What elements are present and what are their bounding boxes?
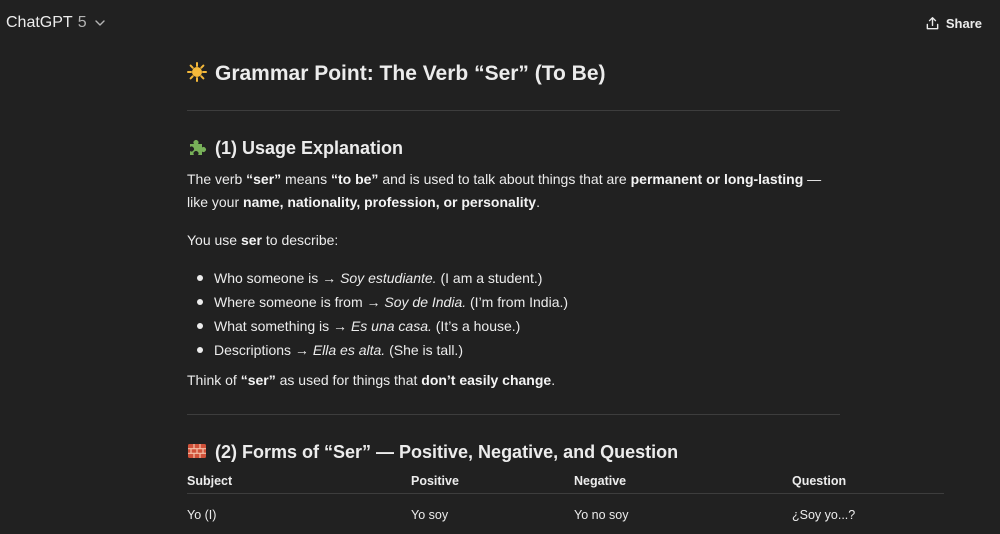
table-cell: Yo no soy xyxy=(574,508,629,522)
summary-paragraph: Think of “ser” as used for things that d… xyxy=(187,369,840,392)
page-title: Grammar Point: The Verb “Ser” (To Be) xyxy=(187,62,606,86)
usage-list: Who someone is → Soy estudiante. (I am a… xyxy=(187,267,840,363)
sun-icon xyxy=(187,62,207,83)
table-header-cell: Subject xyxy=(187,474,233,488)
gloss-text: (I am a student.) xyxy=(436,270,543,286)
table-header-cell: Question xyxy=(792,474,847,488)
usage-paragraph: The verb “ser” means “to be” and is used… xyxy=(187,168,840,214)
divider xyxy=(187,414,840,415)
text-span: You use xyxy=(187,232,241,248)
section-heading-forms: (2) Forms of “Ser” — Positive, Negative,… xyxy=(187,442,678,463)
bold-text: “to be” xyxy=(330,171,379,187)
example-text: Es una casa. xyxy=(350,318,432,334)
section-heading-usage: (1) Usage Explanation xyxy=(187,138,403,159)
puzzle-piece-icon xyxy=(190,140,206,156)
table-cell: Yo soy xyxy=(411,508,449,522)
divider xyxy=(187,110,840,111)
list-item: Descriptions → Ella es alta. (She is tal… xyxy=(187,339,840,363)
bold-text: name, nationality, profession, or person… xyxy=(243,194,537,210)
text-span: Where someone is from → xyxy=(214,294,385,310)
bold-text: “ser” xyxy=(246,171,282,187)
list-item: Where someone is from → Soy de India. (I… xyxy=(187,291,840,315)
table-row: Yo (I) Yo soy Yo no soy ¿Soy yo...? xyxy=(187,494,944,522)
bullet-dot xyxy=(197,275,203,281)
example-text: Ella es alta. xyxy=(312,342,386,358)
describe-intro: You use ser to describe: xyxy=(187,229,840,252)
table-header-cell: Negative xyxy=(574,474,627,488)
model-version: 5 xyxy=(77,14,87,31)
text-span: means xyxy=(281,171,331,187)
model-selector-button[interactable]: ChatGPT 5 xyxy=(6,12,106,34)
top-bar: ChatGPT 5 Share xyxy=(0,0,1000,44)
text-span: . xyxy=(536,194,540,210)
text-span: to describe: xyxy=(262,232,339,248)
share-button[interactable]: Share xyxy=(925,13,982,33)
gloss-text: (I’m from India.) xyxy=(466,294,569,310)
bold-text: ser xyxy=(240,232,263,248)
table-header-row: Subject Positive Negative Question xyxy=(187,470,944,494)
share-icon xyxy=(926,16,939,29)
chevron-down-icon xyxy=(94,20,105,26)
example-text: Soy de India. xyxy=(384,294,467,310)
text-span: as used for things that xyxy=(275,372,422,388)
bold-text: permanent or long-lasting xyxy=(630,171,804,187)
bullet-dot xyxy=(197,323,203,329)
table-header-cell: Positive xyxy=(411,474,459,488)
text-span: The verb xyxy=(187,171,247,187)
text-span: Who someone is → xyxy=(214,270,341,286)
section-heading-text: (2) Forms of “Ser” — Positive, Negative,… xyxy=(215,442,679,462)
bullet-dot xyxy=(197,347,203,353)
bold-text: don’t easily change xyxy=(421,372,552,388)
list-item: What something is → Es una casa. (It’s a… xyxy=(187,315,840,339)
list-item: Who someone is → Soy estudiante. (I am a… xyxy=(187,267,840,291)
forms-table: Subject Positive Negative Question Yo (I… xyxy=(187,470,944,522)
text-span: . xyxy=(551,372,556,388)
gloss-text: (She is tall.) xyxy=(385,342,463,358)
brick-icon xyxy=(188,444,206,459)
bold-text: “ser” xyxy=(240,372,276,388)
title-text: Grammar Point: The Verb “Ser” (To Be) xyxy=(215,62,606,85)
text-span: and is used to talk about things that ar… xyxy=(378,171,631,187)
model-name: ChatGPT xyxy=(6,14,73,31)
gloss-text: (It’s a house.) xyxy=(431,318,521,334)
text-span: Think of xyxy=(187,372,241,388)
table-cell: ¿Soy yo...? xyxy=(792,508,856,522)
text-span: What something is → xyxy=(214,318,351,334)
table-cell: Yo (I) xyxy=(187,508,217,522)
section-heading-text: (1) Usage Explanation xyxy=(215,138,404,158)
share-label: Share xyxy=(945,15,982,31)
example-text: Soy estudiante. xyxy=(340,270,437,286)
bullet-dot xyxy=(197,299,203,305)
text-span: Descriptions → xyxy=(214,342,313,358)
